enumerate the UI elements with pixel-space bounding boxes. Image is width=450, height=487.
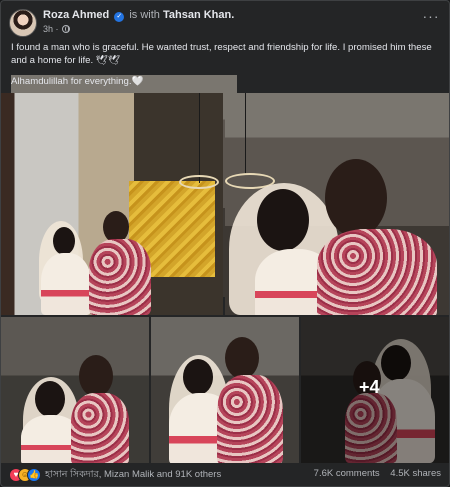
reaction-names[interactable]: হাসান সিকদার, Mizan Malik and 91K others [45, 468, 221, 483]
globe-icon [61, 25, 70, 33]
post-header: Roza Ahmed ✓ is with Tahsan Khan. 3h · ·… [9, 7, 441, 39]
lamp-ring [179, 175, 219, 189]
post-footer: ♥ ☺ 👍 হাসান সিকদার, Mizan Malik and 91K … [9, 465, 441, 485]
verified-icon: ✓ [114, 12, 125, 22]
post-photo-4[interactable] [151, 317, 299, 463]
engagement-counts: 7.6K comments 4.5K shares [306, 468, 441, 479]
is-with-text: is with [129, 9, 160, 21]
post-photo-1[interactable] [1, 93, 223, 315]
post-photo-2[interactable] [225, 93, 449, 315]
post-card: Roza Ahmed ✓ is with Tahsan Khan. 3h · ·… [0, 0, 450, 487]
post-text-line: I found a man who is graceful. He wanted… [11, 42, 432, 66]
post-photo-3[interactable] [1, 317, 149, 463]
tagged-person[interactable]: Tahsan Khan. [163, 9, 234, 21]
author-name[interactable]: Roza Ahmed [43, 9, 109, 21]
lamp-wire [245, 93, 246, 175]
post-photo-5[interactable]: +4 [301, 317, 449, 463]
comments-count[interactable]: 7.6K comments [314, 468, 380, 479]
shares-count[interactable]: 4.5K shares [390, 468, 441, 479]
post-time[interactable]: 3h · [43, 24, 59, 34]
lamp-wire [199, 93, 200, 183]
more-photos-count[interactable]: +4 [359, 377, 380, 398]
like-icon: 👍 [27, 468, 41, 482]
post-author-line: Roza Ahmed ✓ is with Tahsan Khan. [43, 9, 234, 22]
post-meta: 3h · [43, 24, 70, 34]
avatar[interactable] [9, 9, 37, 37]
more-options-button[interactable]: ··· [421, 9, 441, 25]
